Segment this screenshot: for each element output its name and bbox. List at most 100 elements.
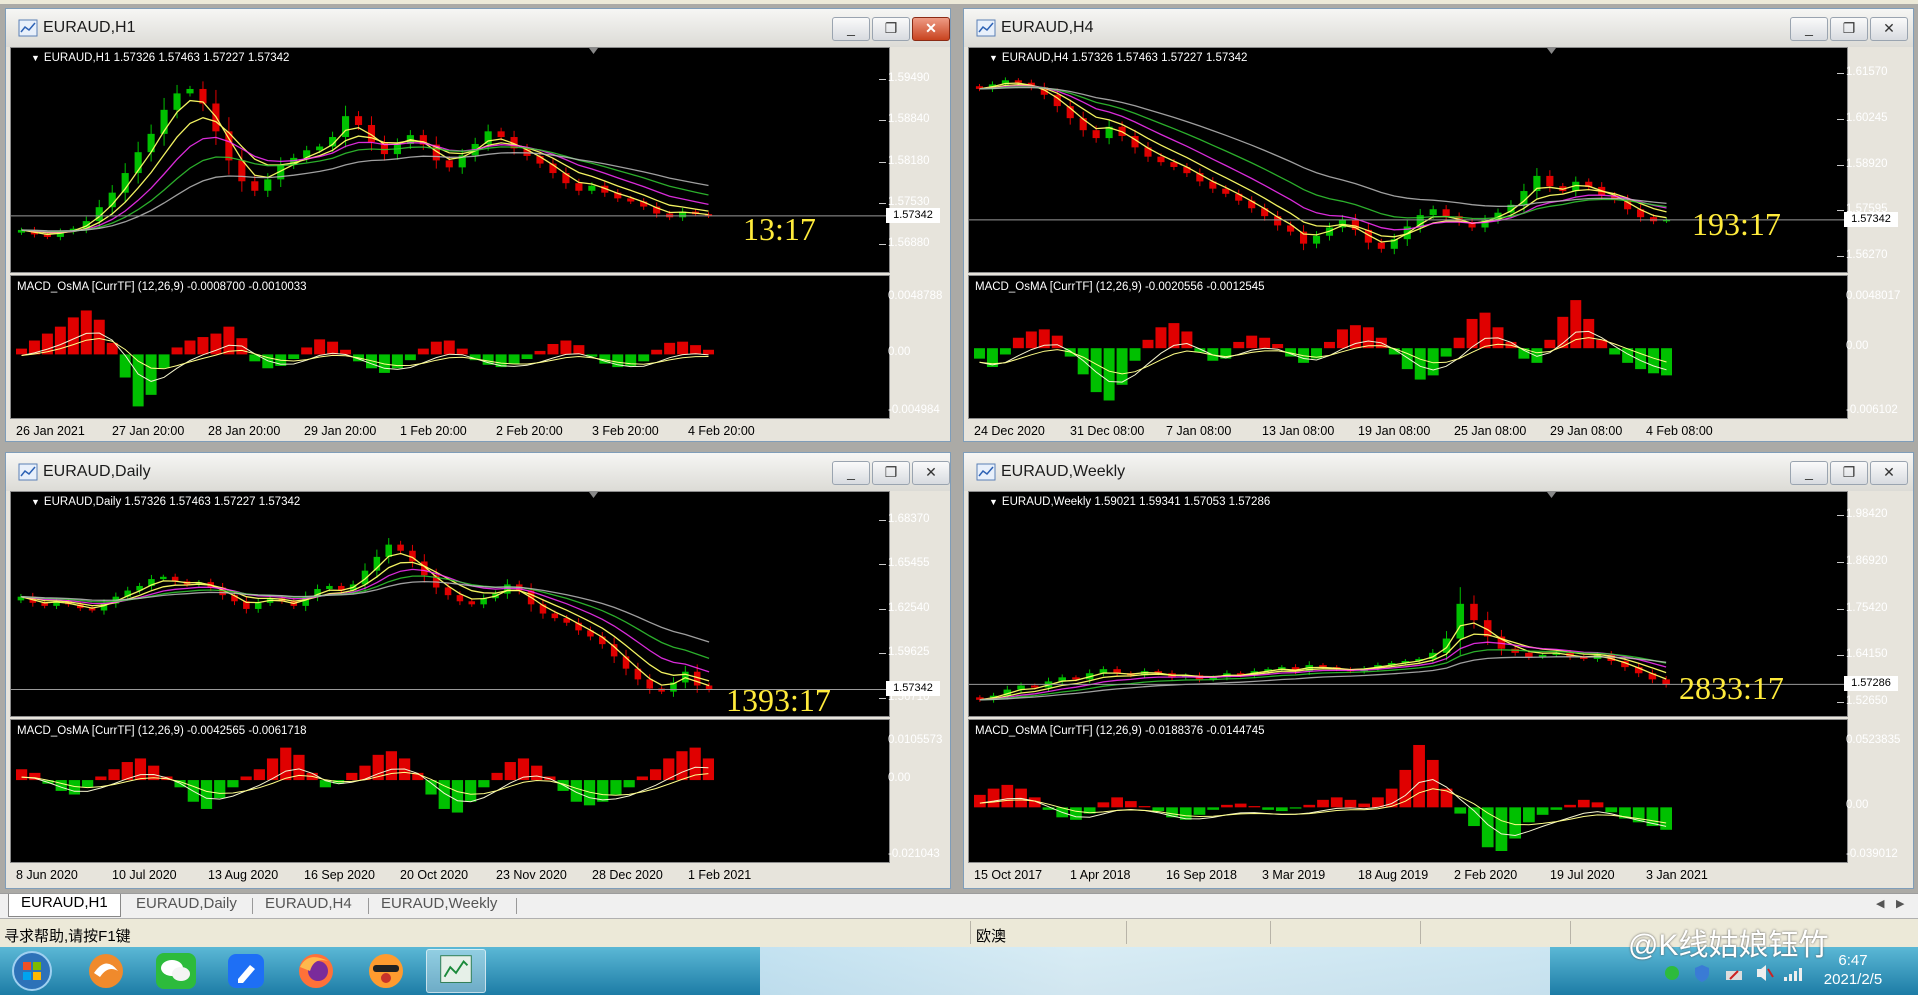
price-chart-pane[interactable]: ▼ EURAUD,Weekly 1.59021 1.59341 1.57053 1…: [968, 491, 1848, 717]
macd-bar: [1138, 806, 1151, 808]
macd-bar: [1440, 348, 1452, 357]
maximize-button[interactable]: ❐: [872, 17, 910, 41]
time-axis-label: 31 Dec 08:00: [1070, 424, 1145, 438]
chart-shift-marker[interactable]: [1547, 48, 1556, 54]
symbol-info: ▼ EURAUD,Daily 1.57326 1.57463 1.57227 1.…: [31, 496, 300, 508]
window-titlebar[interactable]: EURAUD,H1 _ ❐ ✕: [6, 9, 950, 47]
minimize-button[interactable]: _: [832, 461, 870, 485]
close-button[interactable]: ✕: [1870, 461, 1908, 485]
macd-scale-label: 0.0105573: [888, 734, 943, 746]
moving-average-line: [979, 85, 1667, 231]
macd-histogram[interactable]: [11, 276, 889, 418]
status-divider: [1570, 921, 1571, 944]
window-titlebar[interactable]: EURAUD,H4 _ ❐ ✕: [964, 9, 1913, 47]
candle-timer: 2833:17: [1679, 670, 1784, 706]
candle-timer: 13:17: [743, 211, 816, 247]
chart-window-icon: [976, 463, 996, 481]
macd-scale-label: -0.006102: [1846, 404, 1898, 416]
macd-bar: [531, 765, 543, 781]
minimize-icon: _: [847, 20, 855, 36]
price-chart-pane[interactable]: ▼ EURAUD,Daily 1.57326 1.57463 1.57227 1.…: [10, 491, 890, 717]
chart-shift-marker[interactable]: [589, 492, 598, 498]
macd-histogram[interactable]: [969, 276, 1847, 418]
macd-bar: [223, 326, 235, 355]
price-scale-tick: [879, 203, 886, 205]
maximize-button[interactable]: ❐: [872, 461, 910, 485]
macd-pane[interactable]: MACD_OsMA [CurrTF] (12,26,9) -0.0020556 …: [968, 275, 1848, 419]
macd-bar: [1577, 799, 1590, 808]
tab-euraud-h1[interactable]: EURAUD,H1: [8, 894, 121, 917]
time-axis-label: 23 Nov 2020: [496, 868, 567, 882]
macd-pane[interactable]: MACD_OsMA [CurrTF] (12,26,9) -0.0008700 …: [10, 275, 890, 419]
tab-scroll-right-icon[interactable]: ▶: [1896, 897, 1904, 910]
macd-bar: [547, 343, 559, 355]
macd-bar: [430, 341, 442, 355]
close-icon: ✕: [1883, 20, 1895, 36]
avatar-app-icon[interactable]: [356, 949, 416, 993]
tab-euraud-h4[interactable]: EURAUD,H4: [265, 895, 352, 915]
windows-start-icon[interactable]: [2, 949, 62, 993]
chart-shift-marker[interactable]: [589, 48, 598, 54]
collapse-triangle-icon[interactable]: ▼: [989, 497, 998, 507]
collapse-triangle-icon[interactable]: ▼: [31, 497, 40, 507]
moving-average-line: [979, 622, 1667, 701]
window-titlebar[interactable]: EURAUD,Daily _ ❐ ✕: [6, 453, 950, 491]
chart-window-h1[interactable]: EURAUD,H1 _ ❐ ✕ ▼ EURAUD,H1 1.57326 1.574…: [5, 8, 951, 442]
macd-bar: [703, 349, 714, 355]
maximize-button[interactable]: ❐: [1830, 461, 1868, 485]
macd-bar: [1324, 341, 1335, 349]
tab-euraud-daily[interactable]: EURAUD,Daily: [136, 895, 237, 915]
macd-pane[interactable]: MACD_OsMA [CurrTF] (12,26,9) -0.0188376 …: [968, 719, 1848, 863]
time-axis-label: 25 Jan 08:00: [1454, 424, 1527, 438]
macd-bar: [974, 794, 986, 808]
close-button[interactable]: ✕: [912, 17, 950, 41]
browser-icon[interactable]: [76, 949, 136, 993]
candle-body: [666, 213, 674, 218]
minimize-button[interactable]: _: [832, 17, 870, 41]
macd-bar: [16, 769, 28, 781]
minimize-button[interactable]: _: [1790, 461, 1828, 485]
macd-bar: [145, 354, 157, 395]
macd-bar: [638, 354, 650, 362]
macd-scale-label: 0.00: [888, 772, 911, 785]
chart-tab-bar: EURAUD,H1 EURAUD,Daily EURAUD,H4 EURAUD,…: [0, 893, 1918, 918]
macd-bar: [301, 347, 313, 355]
close-button[interactable]: ✕: [1870, 17, 1908, 41]
firefox-icon[interactable]: [286, 949, 346, 993]
candle-body: [1092, 130, 1100, 139]
chart-window-weekly[interactable]: EURAUD,Weekly _ ❐ ✕ ▼ EURAUD,Weekly 1.590…: [963, 452, 1914, 889]
collapse-triangle-icon[interactable]: ▼: [989, 53, 998, 63]
time-axis-label: 2 Feb 20:00: [496, 424, 563, 438]
tab-euraud-weekly[interactable]: EURAUD,Weekly: [381, 895, 497, 915]
close-button[interactable]: ✕: [912, 461, 950, 485]
price-chart-pane[interactable]: ▼ EURAUD,H1 1.57326 1.57463 1.57227 1.573…: [10, 47, 890, 273]
time-axis-label: 18 Aug 2019: [1358, 868, 1429, 882]
macd-bar: [171, 347, 183, 355]
price-scale-tick: [879, 698, 886, 700]
macd-bar: [465, 780, 477, 802]
window-titlebar[interactable]: EURAUD,Weekly _ ❐ ✕: [964, 453, 1913, 491]
wechat-icon[interactable]: [146, 949, 206, 993]
collapse-triangle-icon[interactable]: ▼: [31, 53, 40, 63]
candle-body: [186, 88, 194, 94]
tab-scroll-left-icon[interactable]: ◀: [1876, 897, 1884, 910]
macd-histogram[interactable]: [969, 720, 1847, 862]
maximize-button[interactable]: ❐: [1830, 17, 1868, 41]
chart-window-h4[interactable]: EURAUD,H4 _ ❐ ✕ ▼ EURAUD,H4 1.57326 1.574…: [963, 8, 1914, 442]
chart-window-daily[interactable]: EURAUD,Daily _ ❐ ✕ ▼ EURAUD,Daily 1.57326…: [5, 452, 951, 889]
price-scale-tick: [1837, 702, 1844, 704]
restore-icon: ❐: [884, 464, 898, 480]
chart-shift-marker[interactable]: [1547, 492, 1556, 498]
time-axis-label: 28 Jan 20:00: [208, 424, 281, 438]
time-axis-label: 1 Feb 2021: [688, 868, 752, 882]
macd-pane[interactable]: MACD_OsMA [CurrTF] (12,26,9) -0.0042565 …: [10, 719, 890, 863]
candle-body: [646, 679, 654, 689]
symbol-info: ▼ EURAUD,H1 1.57326 1.57463 1.57227 1.573…: [31, 52, 289, 64]
macd-histogram[interactable]: [11, 720, 889, 862]
price-chart-pane[interactable]: ▼ EURAUD,H4 1.57326 1.57463 1.57227 1.573…: [968, 47, 1848, 273]
macd-bar: [134, 758, 147, 781]
minimize-button[interactable]: _: [1790, 17, 1828, 41]
docs-icon[interactable]: [216, 949, 276, 993]
metatrader-icon[interactable]: [426, 949, 486, 993]
price-scale-tick: [1837, 255, 1844, 257]
